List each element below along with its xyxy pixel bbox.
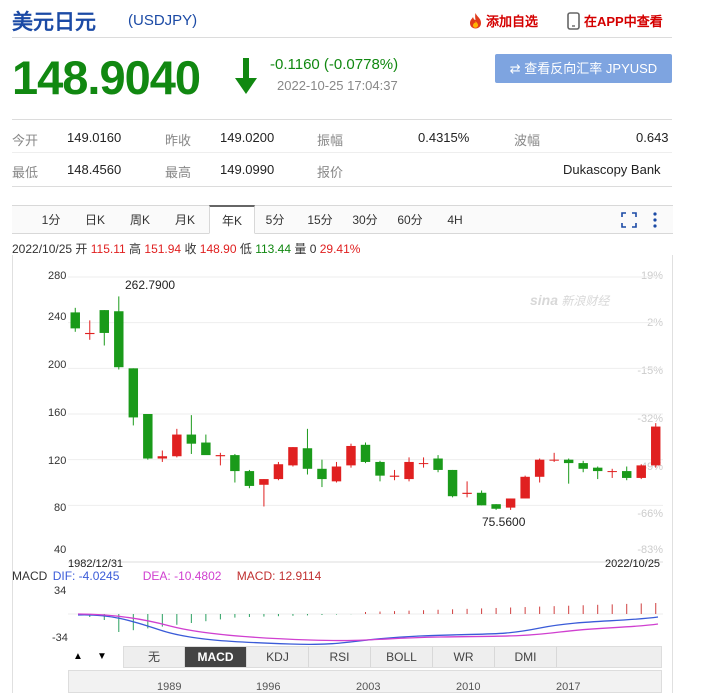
- nav-year-1: 1989: [157, 681, 182, 693]
- indicator-wr[interactable]: WR: [433, 647, 495, 667]
- indicator-none[interactable]: 无: [124, 647, 185, 667]
- quote-page: { "header": { "title": "美元日元", "code": "…: [0, 0, 704, 693]
- indicator-macd[interactable]: MACD: [185, 647, 247, 667]
- nav-year-4: 2010: [456, 681, 481, 693]
- indicator-boll[interactable]: BOLL: [371, 647, 433, 667]
- macd-chart: [68, 603, 663, 645]
- indicator-dmi[interactable]: DMI: [495, 647, 557, 667]
- indicator-kdj[interactable]: KDJ: [247, 647, 309, 667]
- down-arrow-button[interactable]: ▼: [92, 648, 112, 666]
- indicator-rsi[interactable]: RSI: [309, 647, 371, 667]
- nav-year-2: 1996: [256, 681, 281, 693]
- nav-year-3: 2003: [356, 681, 381, 693]
- indicator-bar: 无 MACD KDJ RSI BOLL WR DMI: [123, 646, 662, 668]
- dea-line: [77, 613, 659, 642]
- up-arrow-button[interactable]: ▲: [68, 648, 88, 666]
- nav-year-5: 2017: [556, 681, 581, 693]
